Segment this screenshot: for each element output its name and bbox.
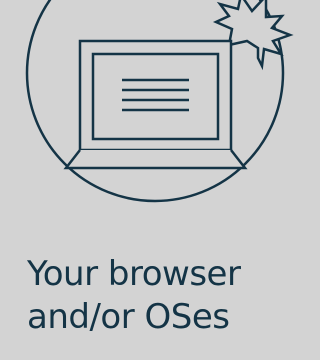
caption: Your browser and/or OSes bbox=[27, 253, 307, 339]
caption-line-1: Your browser bbox=[27, 254, 241, 294]
laptop-base bbox=[63, 149, 248, 170]
caption-line-2: and/or OSes bbox=[27, 297, 230, 337]
laptop-lid bbox=[78, 39, 233, 152]
laptop-with-burst-icon bbox=[25, 0, 294, 203]
